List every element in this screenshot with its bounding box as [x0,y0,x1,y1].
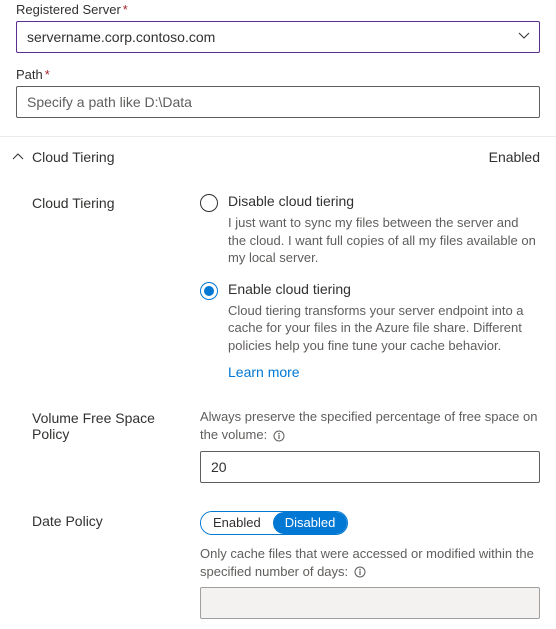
cloud-tiering-options: Disable cloud tiering I just want to syn… [200,193,540,380]
date-policy-label: Date Policy [32,511,182,619]
disable-tiering-desc: I just want to sync my files between the… [228,214,540,267]
enable-tiering-title: Enable cloud tiering [228,281,351,297]
path-label: Path* [16,67,540,82]
toggle-enabled[interactable]: Enabled [201,512,273,534]
disable-tiering-title: Disable cloud tiering [228,193,354,209]
registered-server-dropdown[interactable]: servername.corp.contoso.com [16,21,540,53]
enable-tiering-desc: Cloud tiering transforms your server end… [228,302,540,355]
section-title: Cloud Tiering [32,149,489,165]
disable-tiering-radio[interactable] [200,194,218,212]
cloud-tiering-section-header[interactable]: Cloud Tiering Enabled [0,137,556,175]
cloud-tiering-label: Cloud Tiering [32,193,182,380]
path-input[interactable] [16,86,540,118]
toggle-disabled[interactable]: Disabled [273,512,348,534]
date-policy-input [200,587,540,619]
registered-server-value: servername.corp.contoso.com [27,29,215,45]
info-icon[interactable] [354,566,366,578]
registered-server-label: Registered Server* [16,2,540,17]
enable-tiering-radio[interactable] [200,282,218,300]
volume-policy-label: Volume Free Space Policy [32,408,182,482]
chevron-up-icon [12,151,24,163]
volume-policy-group: Always preserve the specified percentage… [200,408,540,482]
section-status: Enabled [489,149,540,165]
info-icon[interactable] [273,430,285,442]
volume-policy-input[interactable] [200,451,540,483]
date-policy-group: Enabled Disabled Only cache files that w… [200,511,540,619]
date-policy-toggle[interactable]: Enabled Disabled [200,511,348,535]
date-policy-desc: Only cache files that were accessed or m… [200,545,540,581]
volume-policy-desc: Always preserve the specified percentage… [200,408,540,444]
learn-more-link[interactable]: Learn more [228,364,300,380]
